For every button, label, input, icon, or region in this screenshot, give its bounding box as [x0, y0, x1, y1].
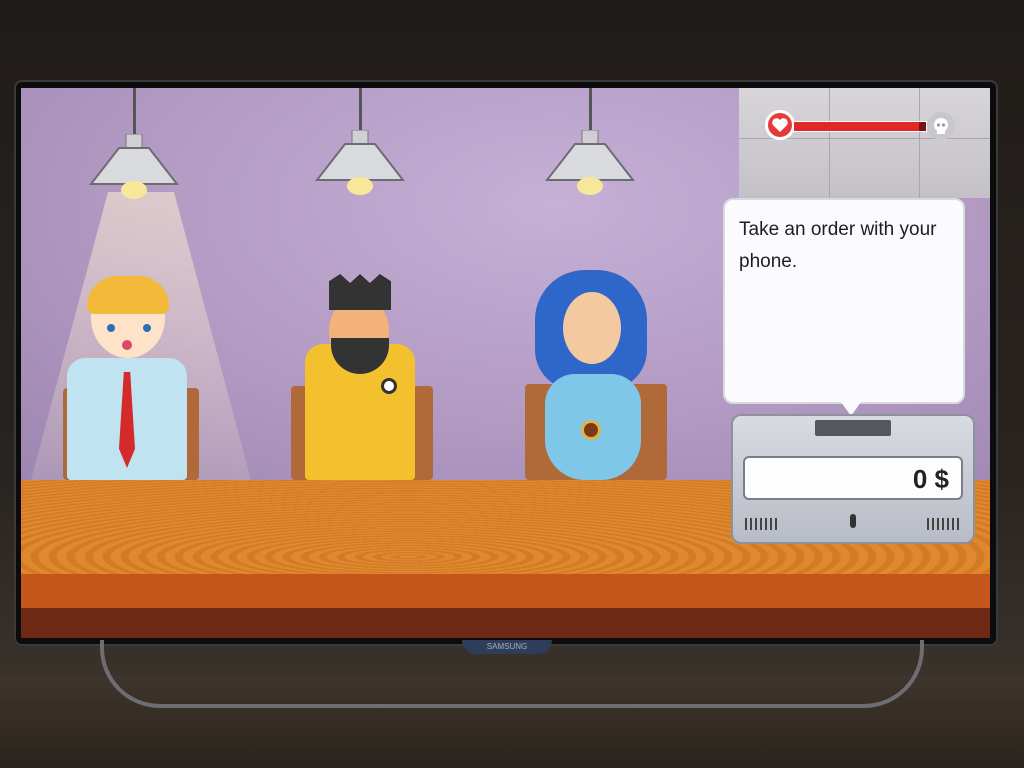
watch-icon: [381, 378, 397, 394]
lamp-cord: [133, 88, 136, 136]
cash-register[interactable]: 0 $: [731, 414, 975, 544]
counter-base: [21, 608, 990, 638]
vent-icon: [745, 518, 779, 530]
register-slot: [815, 420, 891, 436]
health-fill: [794, 122, 920, 131]
register-display: 0 $: [743, 456, 963, 500]
register-key-icon: [850, 514, 856, 528]
tv-brand-logo: SAMSUNG: [462, 640, 552, 654]
game-screen[interactable]: Take an order with your phone. 0 $: [21, 88, 990, 638]
heart-icon: [765, 110, 795, 140]
blond-hair: [87, 276, 169, 314]
ceiling-lamp-icon: [545, 130, 635, 195]
belt-buckle: [581, 420, 601, 440]
hud-panel: [739, 88, 990, 198]
skull-icon: [927, 112, 955, 140]
money-amount: 0 $: [912, 464, 949, 494]
spiky-hair: [329, 274, 391, 310]
ceiling-lamp-icon: [89, 134, 179, 199]
lamp-cord: [359, 88, 362, 132]
health-track: [793, 121, 927, 132]
ceiling-lamp-icon: [315, 130, 405, 195]
instruction-text: Take an order with your phone.: [739, 219, 937, 272]
health-bar: [765, 110, 961, 142]
lamp-cord: [589, 88, 592, 132]
vent-icon: [927, 518, 961, 530]
instruction-bubble: Take an order with your phone.: [723, 198, 965, 404]
counter-front: [21, 574, 990, 608]
